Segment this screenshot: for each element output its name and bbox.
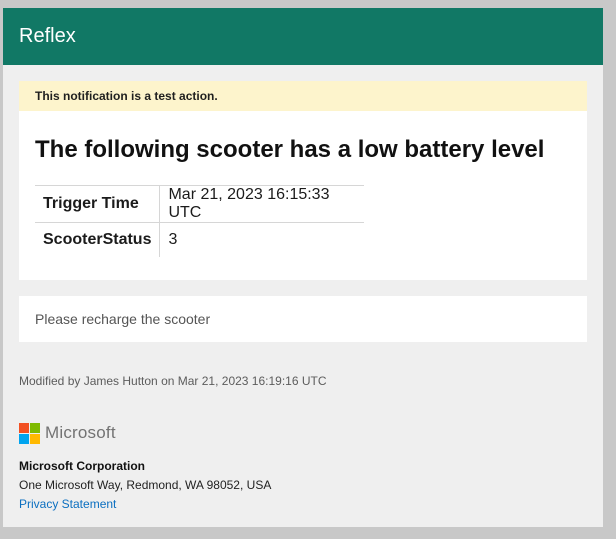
table-row: ScooterStatus 3: [35, 222, 364, 257]
company-address: One Microsoft Way, Redmond, WA 98052, US…: [19, 478, 272, 492]
alert-card: This notification is a test action. The …: [19, 81, 587, 280]
alert-headline: The following scooter has a low battery …: [35, 136, 545, 163]
microsoft-wordmark: Microsoft: [45, 423, 116, 442]
test-action-banner: This notification is a test action.: [19, 81, 587, 111]
modified-by-text: Modified by James Hutton on Mar 21, 2023…: [19, 374, 327, 388]
detail-value: 3: [168, 231, 178, 248]
detail-key: Trigger Time: [35, 185, 161, 223]
app-title: Reflex: [19, 25, 76, 47]
table-row: Trigger Time Mar 21, 2023 16:15:33 UTC: [35, 185, 365, 223]
detail-value: Mar 21, 2023 16:15:33 UTC: [159, 185, 365, 223]
email-header: Reflex: [3, 8, 603, 65]
microsoft-logo-icon: [19, 422, 40, 444]
email-notification: Reflex This notification is a test actio…: [3, 8, 603, 527]
privacy-statement-link[interactable]: Privacy Statement: [19, 497, 116, 511]
company-name: Microsoft Corporation: [19, 459, 145, 473]
custom-message: Please recharge the scooter: [19, 296, 587, 342]
alert-card-body: The following scooter has a low battery …: [19, 111, 587, 280]
details-table: Trigger Time Mar 21, 2023 16:15:33 UTC S…: [35, 185, 365, 257]
microsoft-logo: Microsoft: [19, 422, 587, 444]
email-content: This notification is a test action. The …: [3, 65, 603, 513]
detail-key: ScooterStatus: [35, 222, 161, 257]
